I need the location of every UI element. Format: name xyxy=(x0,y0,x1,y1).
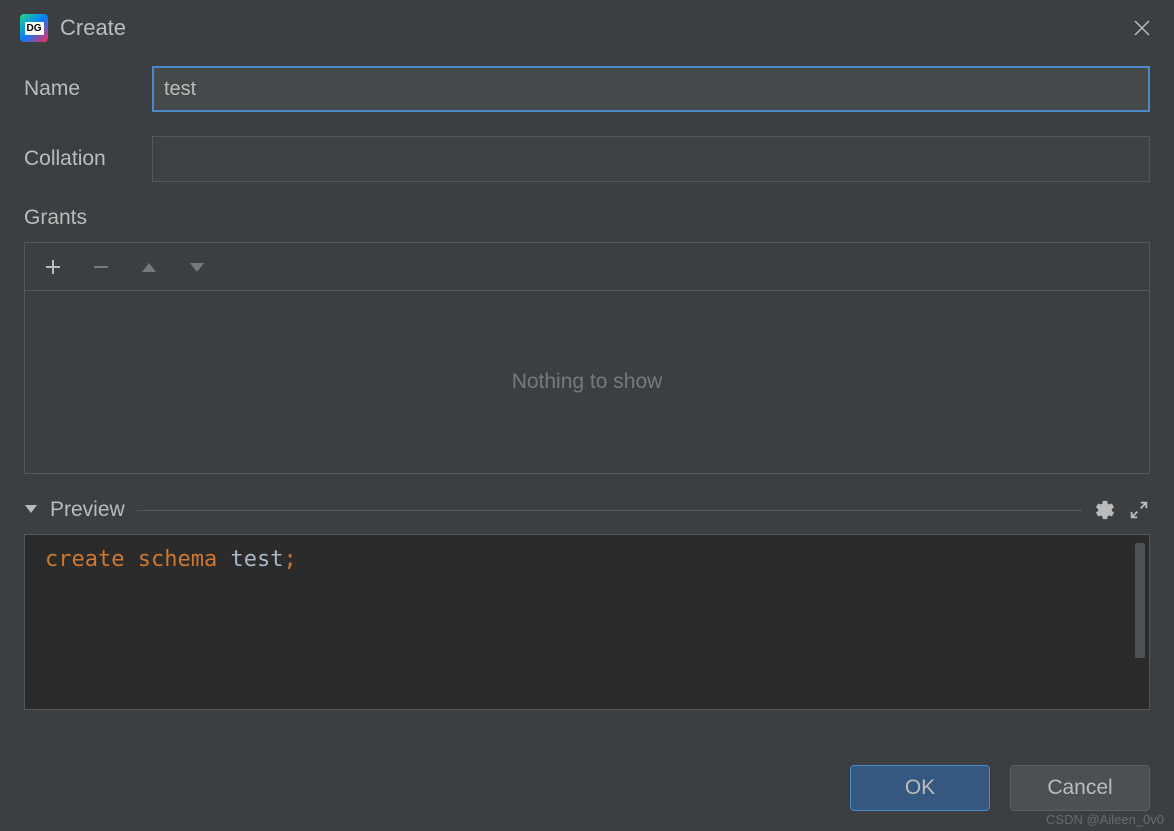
preview-editor[interactable]: create schema test; xyxy=(24,534,1150,710)
name-label: Name xyxy=(24,77,152,101)
grants-panel: Nothing to show xyxy=(24,242,1150,474)
name-input[interactable] xyxy=(152,66,1150,112)
triangle-up-icon xyxy=(140,261,158,273)
preview-toggle[interactable] xyxy=(24,501,38,519)
separator xyxy=(137,510,1082,511)
add-button[interactable] xyxy=(41,255,65,279)
watermark: CSDN @Aileen_0v0 xyxy=(1046,812,1164,827)
collation-input[interactable] xyxy=(152,136,1150,182)
grants-label: Grants xyxy=(24,206,1150,230)
expand-icon xyxy=(1128,499,1150,521)
collation-label: Collation xyxy=(24,147,152,171)
expand-button[interactable] xyxy=(1128,499,1150,521)
code-keyword: create xyxy=(45,547,124,572)
chevron-down-icon xyxy=(24,504,38,514)
code-keyword: schema xyxy=(138,547,217,572)
move-down-button[interactable] xyxy=(185,255,209,279)
settings-button[interactable] xyxy=(1094,499,1116,521)
close-button[interactable] xyxy=(1130,16,1154,40)
triangle-down-icon xyxy=(188,261,206,273)
app-icon xyxy=(20,14,48,42)
grants-empty-message: Nothing to show xyxy=(25,291,1149,473)
preview-label: Preview xyxy=(50,498,125,522)
remove-button[interactable] xyxy=(89,255,113,279)
code-suffix: ; xyxy=(283,547,296,572)
close-icon xyxy=(1133,19,1151,37)
dialog-title: Create xyxy=(60,15,126,41)
ok-button[interactable]: OK xyxy=(850,765,990,811)
cancel-button[interactable]: Cancel xyxy=(1010,765,1150,811)
plus-icon xyxy=(44,258,62,276)
minus-icon xyxy=(92,258,110,276)
code-identifier: test xyxy=(230,547,283,572)
gear-icon xyxy=(1094,499,1116,521)
move-up-button[interactable] xyxy=(137,255,161,279)
